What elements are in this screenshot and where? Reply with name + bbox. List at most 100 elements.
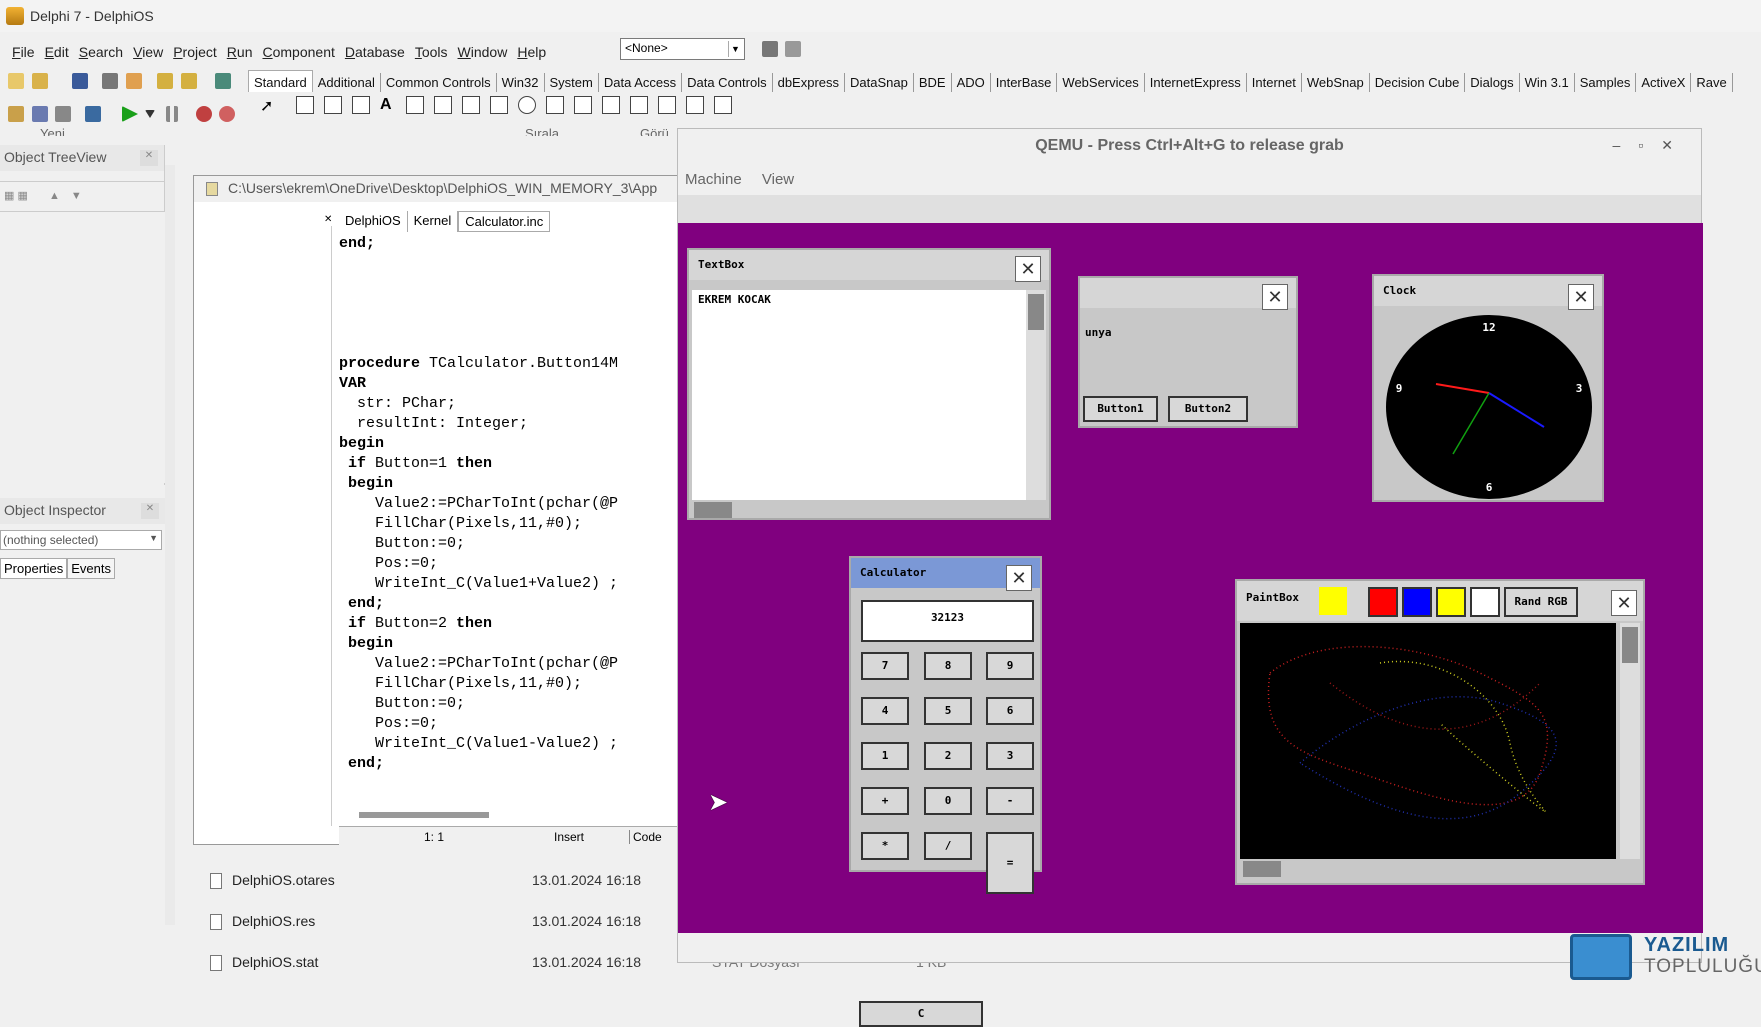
- close-icon[interactable]: ✕: [1262, 284, 1288, 310]
- vertical-scrollbar[interactable]: [1026, 290, 1046, 500]
- groupbox-icon[interactable]: [630, 96, 648, 114]
- layout-save-icon[interactable]: [762, 41, 778, 57]
- popupmenu-icon[interactable]: [352, 96, 370, 114]
- list-item[interactable]: DelphiOS.stat 13.01.2024 16:18 STAT Dosy…: [210, 954, 946, 972]
- palette-tab-datasnap[interactable]: DataSnap: [845, 73, 914, 92]
- arrow-down-icon[interactable]: ▼: [71, 190, 82, 202]
- key-equals[interactable]: =: [986, 832, 1034, 894]
- textbox-content-area[interactable]: EKREM KOCAK: [692, 290, 1032, 500]
- memo-icon[interactable]: [434, 96, 452, 114]
- code-area[interactable]: end; procedure TCalculator.Button14M VAR …: [339, 234, 679, 794]
- treeview-delete-icon[interactable]: ▦: [17, 190, 27, 202]
- key-8[interactable]: 8: [924, 652, 972, 680]
- menu-run[interactable]: Run: [227, 44, 253, 60]
- new-icon[interactable]: [8, 73, 24, 89]
- key-7[interactable]: 7: [861, 652, 909, 680]
- close-icon[interactable]: ✕: [1661, 137, 1691, 153]
- vertical-scrollbar[interactable]: [1620, 623, 1640, 859]
- palette-tab-ado[interactable]: ADO: [952, 73, 991, 92]
- menu-view[interactable]: View: [133, 44, 163, 60]
- key-3[interactable]: 3: [986, 742, 1034, 770]
- save-icon[interactable]: [72, 73, 88, 89]
- close-icon[interactable]: ✕: [1015, 256, 1041, 282]
- layout-set-icon[interactable]: [785, 41, 801, 57]
- list-item[interactable]: DelphiOS.otares 13.01.2024 16:18: [210, 872, 641, 890]
- close-icon[interactable]: ✕: [1006, 565, 1032, 591]
- checkbox-icon[interactable]: [490, 96, 508, 114]
- panel-icon[interactable]: [686, 96, 704, 114]
- key-5[interactable]: 5: [924, 697, 972, 725]
- scrollbar-icon[interactable]: [602, 96, 620, 114]
- remove-file-icon[interactable]: [181, 73, 197, 89]
- menu-project[interactable]: Project: [173, 44, 217, 60]
- key-4[interactable]: 4: [861, 697, 909, 725]
- color-white-button[interactable]: [1470, 587, 1500, 617]
- palette-tab-additional[interactable]: Additional: [313, 73, 381, 92]
- color-blue-button[interactable]: [1402, 587, 1432, 617]
- open-project-icon[interactable]: [126, 73, 142, 89]
- button1[interactable]: Button1: [1083, 396, 1158, 422]
- paint-canvas[interactable]: [1240, 623, 1616, 859]
- button2[interactable]: Button2: [1168, 396, 1248, 422]
- key-1[interactable]: 1: [861, 742, 909, 770]
- rand-rgb-button[interactable]: Rand RGB: [1504, 587, 1578, 617]
- key-divide[interactable]: /: [924, 832, 972, 860]
- left-scrollbar[interactable]: [165, 165, 175, 925]
- palette-tab-data-access[interactable]: Data Access: [599, 73, 683, 92]
- run-dropdown-icon[interactable]: [145, 110, 155, 118]
- treeview-new-icon[interactable]: ▦: [4, 190, 14, 202]
- close-icon[interactable]: ✕: [1568, 284, 1594, 310]
- palette-tab-webservices[interactable]: WebServices: [1057, 73, 1145, 92]
- code-explorer-pane[interactable]: [196, 226, 332, 826]
- palette-tab-samples[interactable]: Samples: [1575, 73, 1637, 92]
- tab-events[interactable]: Events: [67, 558, 115, 579]
- menu-machine[interactable]: Machine: [685, 171, 742, 188]
- color-yellow-button[interactable]: [1436, 587, 1466, 617]
- key-9[interactable]: 9: [986, 652, 1034, 680]
- menu-database[interactable]: Database: [345, 44, 405, 60]
- palette-tab-interbase[interactable]: InterBase: [991, 73, 1058, 92]
- horizontal-scrollbar-thumb[interactable]: [359, 812, 489, 818]
- palette-tab-win32[interactable]: Win32: [497, 73, 545, 92]
- palette-tab-dialogs[interactable]: Dialogs: [1465, 73, 1520, 92]
- close-icon[interactable]: ✕: [140, 150, 158, 166]
- palette-tab-activex[interactable]: ActiveX: [1636, 73, 1692, 92]
- menu-window[interactable]: Window: [458, 44, 508, 60]
- tab-properties[interactable]: Properties: [0, 558, 68, 579]
- close-icon[interactable]: ✕: [141, 503, 159, 519]
- menu-edit[interactable]: Edit: [45, 44, 69, 60]
- frame-icon[interactable]: [296, 96, 314, 114]
- mainmenu-icon[interactable]: [324, 96, 342, 114]
- button-icon[interactable]: [462, 96, 480, 114]
- trace-into-icon[interactable]: [196, 106, 212, 122]
- horizontal-scrollbar-thumb[interactable]: [1243, 861, 1281, 877]
- menu-file[interactable]: File: [12, 44, 35, 60]
- palette-tab-rave[interactable]: Rave: [1691, 73, 1733, 92]
- key-0[interactable]: 0: [924, 787, 972, 815]
- radiobutton-icon[interactable]: [518, 96, 536, 114]
- maximize-icon[interactable]: ▫: [1638, 137, 1661, 153]
- new-form-icon[interactable]: [85, 106, 101, 122]
- save-all-icon[interactable]: [102, 73, 118, 89]
- add-file-icon[interactable]: [157, 73, 173, 89]
- color-red-button[interactable]: [1368, 587, 1398, 617]
- guest-desktop[interactable]: ✕ unya Button1 Button2 TextBox ✕ EKREM K…: [678, 223, 1703, 1027]
- palette-tab-system[interactable]: System: [545, 73, 599, 92]
- key-plus[interactable]: +: [861, 787, 909, 815]
- open-icon[interactable]: [32, 73, 48, 89]
- minimize-icon[interactable]: –: [1613, 137, 1639, 153]
- label-icon[interactable]: A: [380, 96, 398, 114]
- radiogroup-icon[interactable]: [658, 96, 676, 114]
- list-item[interactable]: DelphiOS.res 13.01.2024 16:18: [210, 913, 641, 931]
- desktop-layout-combo[interactable]: <None> ▼: [620, 38, 745, 60]
- palette-tab-websnap[interactable]: WebSnap: [1302, 73, 1370, 92]
- key-2[interactable]: 2: [924, 742, 972, 770]
- menu-view[interactable]: View: [762, 171, 794, 188]
- palette-tab-internetexpress[interactable]: InternetExpress: [1145, 73, 1247, 92]
- close-icon[interactable]: ✕: [1611, 590, 1637, 616]
- inspector-object-selector[interactable]: (nothing selected) ▼: [0, 530, 162, 550]
- key-multiply[interactable]: *: [861, 832, 909, 860]
- scrollbar-thumb[interactable]: [1028, 294, 1044, 330]
- toggle-form-icon[interactable]: [55, 106, 71, 122]
- listbox-icon[interactable]: [546, 96, 564, 114]
